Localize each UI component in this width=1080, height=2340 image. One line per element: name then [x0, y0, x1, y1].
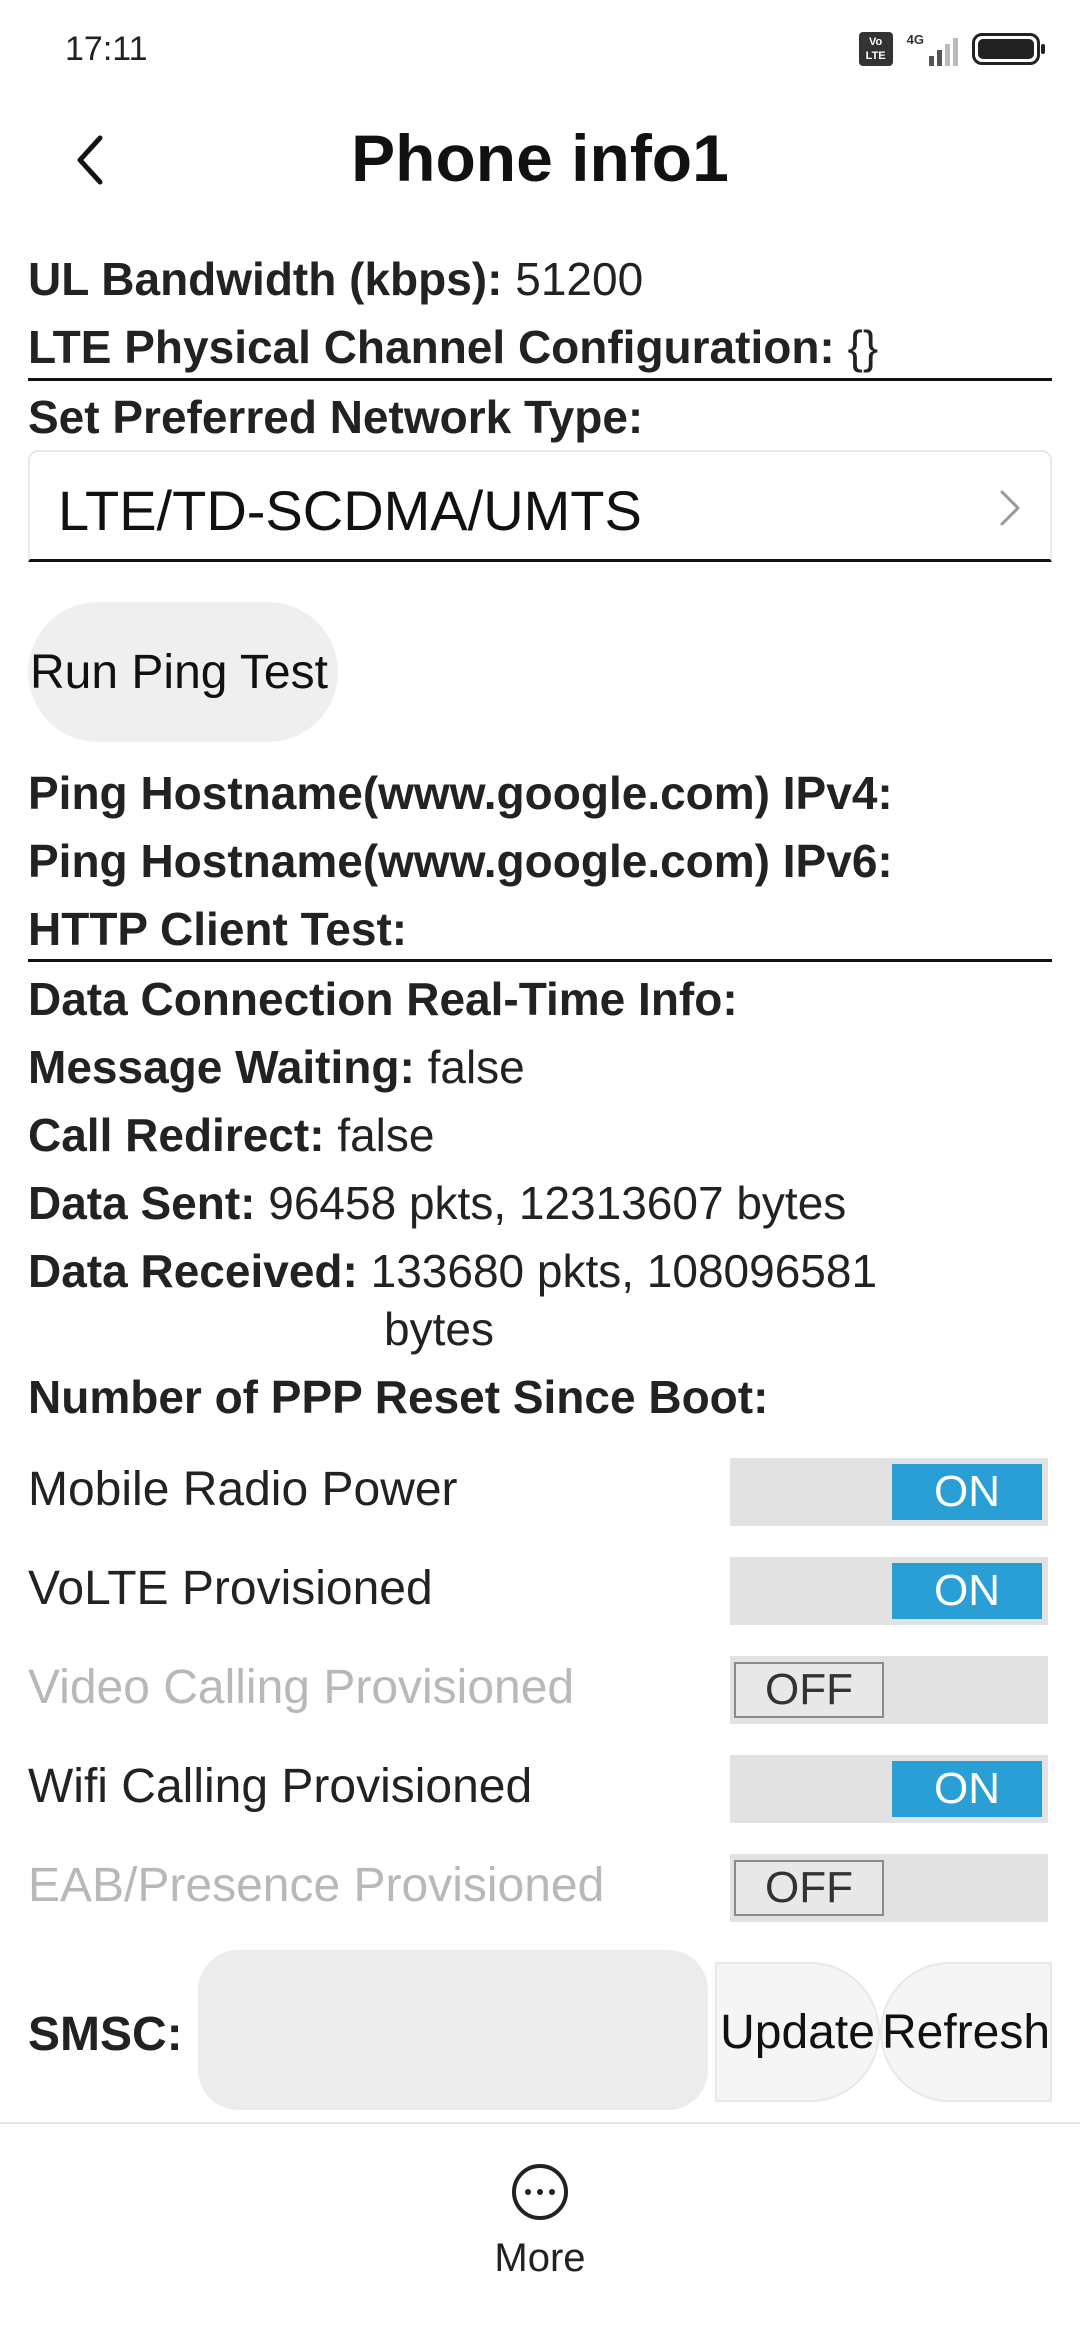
preferred-network-label-row: Set Preferred Network Type: — [28, 390, 643, 444]
message-waiting-label: Message Waiting: — [28, 1041, 415, 1093]
mobile-radio-power-label: Mobile Radio Power — [28, 1463, 458, 1516]
toggle-state: ON — [892, 1563, 1042, 1619]
ping-ipv4-label: Ping Hostname(www.google.com) IPv4: — [28, 767, 893, 819]
call-redirect-row: Call Redirect: false — [28, 1108, 434, 1162]
ping-ipv6-label: Ping Hostname(www.google.com) IPv6: — [28, 835, 893, 887]
volte-provisioned-toggle[interactable]: ON — [730, 1557, 1048, 1625]
toggle-state: ON — [892, 1464, 1042, 1520]
data-received-value-line2: bytes — [384, 1303, 494, 1355]
divider — [28, 959, 1052, 962]
toggle-state: OFF — [734, 1662, 884, 1718]
ping-ipv4-row: Ping Hostname(www.google.com) IPv4: — [28, 766, 893, 820]
data-received-value: 133680 pkts, 108096581 — [370, 1245, 878, 1297]
more-button[interactable]: More — [440, 2164, 640, 2304]
realtime-info-row: Data Connection Real-Time Info: — [28, 972, 738, 1026]
smsc-input[interactable] — [198, 1950, 708, 2110]
toggle-state: ON — [892, 1761, 1042, 1817]
eab-presence-provisioned-toggle[interactable]: OFF — [730, 1854, 1048, 1922]
bottom-bar: More — [0, 2122, 1080, 2340]
chevron-right-icon — [1000, 490, 1020, 526]
call-redirect-label: Call Redirect: — [28, 1109, 325, 1161]
battery-icon — [972, 33, 1045, 65]
network-type: 4G — [906, 32, 924, 47]
volte-provisioned-label: VoLTE Provisioned — [28, 1562, 433, 1615]
chevron-left-icon — [77, 135, 103, 185]
more-label: More — [494, 2236, 586, 2280]
volte-icon: Vo LTE — [858, 32, 893, 66]
volte-badge-top: Vo — [869, 36, 883, 48]
ul-bandwidth-label: UL Bandwidth (kbps): — [28, 253, 503, 305]
update-button[interactable]: Update — [715, 1962, 880, 2102]
ppp-reset-row: Number of PPP Reset Since Boot: — [28, 1370, 768, 1424]
data-received-value-cont: bytes — [384, 1302, 494, 1356]
preferred-network-label: Set Preferred Network Type: — [28, 391, 644, 443]
wifi-calling-provisioned-label: Wifi Calling Provisioned — [28, 1760, 533, 1813]
header: Phone info1 — [0, 110, 1080, 210]
page-title: Phone info1 — [351, 121, 729, 195]
lte-physical-channel-row: LTE Physical Channel Configuration: {} — [28, 320, 878, 374]
realtime-info-label: Data Connection Real-Time Info: — [28, 973, 738, 1025]
http-client-label: HTTP Client Test: — [28, 903, 408, 955]
ul-bandwidth-value: 51200 — [515, 253, 644, 305]
data-sent-label: Data Sent: — [28, 1177, 256, 1229]
ping-ipv6-row: Ping Hostname(www.google.com) IPv6: — [28, 834, 893, 888]
video-calling-provisioned-label: Video Calling Provisioned — [28, 1661, 575, 1714]
run-ping-test-button[interactable]: Run Ping Test — [28, 602, 338, 742]
eab-presence-provisioned-label: EAB/Presence Provisioned — [28, 1859, 605, 1912]
lte-physical-channel-label: LTE Physical Channel Configuration: — [28, 321, 835, 373]
volte-badge-bottom: LTE — [865, 50, 886, 62]
message-waiting-row: Message Waiting: false — [28, 1040, 525, 1094]
data-received-label: Data Received: — [28, 1245, 358, 1297]
back-button[interactable] — [60, 130, 120, 190]
http-client-row: HTTP Client Test: — [28, 902, 407, 956]
status-icons: Vo LTE 4G — [858, 28, 1045, 70]
signal-icon: 4G — [907, 32, 958, 66]
toggle-state: OFF — [734, 1860, 884, 1916]
data-sent-row: Data Sent: 96458 pkts, 12313607 bytes — [28, 1176, 846, 1230]
status-bar: 17:11 Vo LTE 4G — [0, 0, 1080, 100]
mobile-radio-power-toggle[interactable]: ON — [730, 1458, 1048, 1526]
status-time: 17:11 — [65, 30, 148, 68]
lte-physical-channel-value: {} — [847, 321, 879, 373]
ul-bandwidth-row: UL Bandwidth (kbps): 51200 — [28, 252, 643, 306]
preferred-network-spinner[interactable]: LTE/TD-SCDMA/UMTS — [28, 450, 1052, 562]
wifi-calling-provisioned-toggle[interactable]: ON — [730, 1755, 1048, 1823]
video-calling-provisioned-toggle[interactable]: OFF — [730, 1656, 1048, 1724]
more-icon — [512, 2164, 568, 2220]
call-redirect-value: false — [337, 1109, 435, 1161]
divider — [28, 378, 1052, 381]
smsc-label: SMSC: — [28, 2008, 183, 2061]
refresh-button[interactable]: Refresh — [880, 1962, 1052, 2102]
message-waiting-value: false — [427, 1041, 525, 1093]
data-received-row: Data Received: 133680 pkts, 108096581 — [28, 1244, 877, 1298]
data-sent-value: 96458 pkts, 12313607 bytes — [268, 1177, 847, 1229]
preferred-network-value: LTE/TD-SCDMA/UMTS — [58, 479, 642, 542]
ppp-reset-label: Number of PPP Reset Since Boot: — [28, 1371, 769, 1423]
